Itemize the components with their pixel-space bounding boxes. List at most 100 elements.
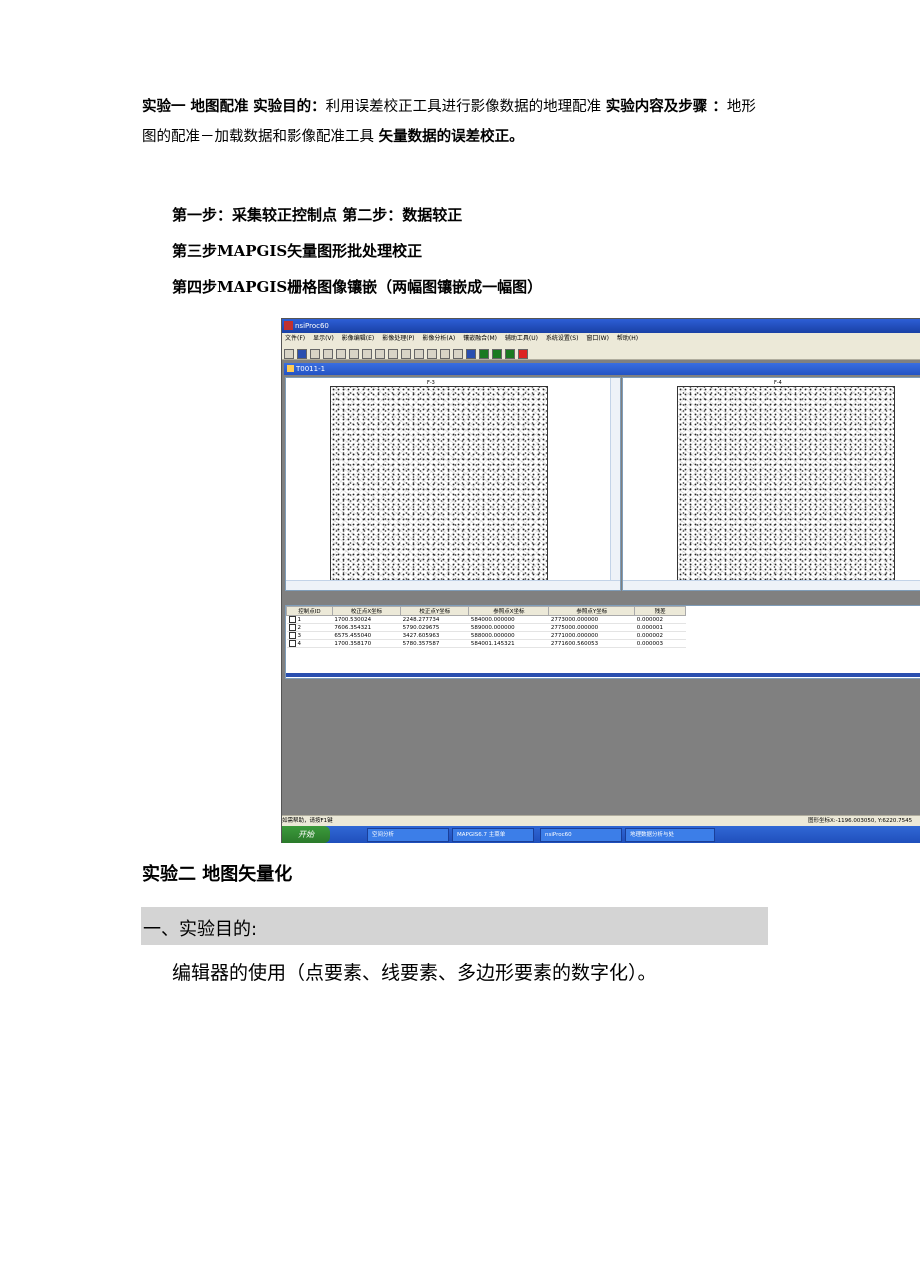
right-map-pane[interactable]: F-4	[622, 377, 920, 591]
stop-icon[interactable]	[518, 349, 528, 359]
info-icon[interactable]	[466, 349, 476, 359]
row-id-cell: 2	[286, 623, 333, 632]
row-id-cell: 4	[286, 639, 333, 648]
app-title: nsiProc60	[295, 322, 329, 330]
table-cell: 584000.000000	[468, 615, 549, 624]
table-cell: 0.000002	[634, 631, 686, 640]
zoom-fit-icon[interactable]	[349, 349, 359, 359]
table-row[interactable]: 1 1700.530024 2248.277734 584000.000000 …	[286, 615, 686, 624]
table-cell: 3427.605963	[400, 631, 469, 640]
menu-window[interactable]: 窗口(W)	[586, 335, 609, 342]
menu-settings[interactable]: 系统设置(S)	[546, 335, 579, 342]
table-row[interactable]: 4 1700.358170 5780.357587 584001.145321 …	[286, 639, 686, 648]
row-checkbox[interactable]	[288, 640, 296, 647]
row-id: 3	[297, 633, 302, 639]
step-line-2: 第三步MAPGIS矢量图形批处理校正	[172, 242, 423, 260]
task-item[interactable]: 地理数据分析与处	[625, 828, 715, 842]
flag-icon[interactable]	[492, 349, 502, 359]
step-line-3: 第四步MAPGIS栅格图像镶嵌（两幅图镶嵌成一幅图）	[172, 278, 543, 296]
menu-help[interactable]: 帮助(H)	[617, 335, 638, 342]
col-x: 校正点X坐标	[331, 606, 402, 616]
refresh-icon[interactable]	[375, 349, 385, 359]
table-cell: 2773000.000000	[548, 615, 635, 624]
task-item[interactable]: MAPGIS6.7 主菜单	[452, 828, 534, 842]
chart-icon[interactable]	[479, 349, 489, 359]
left-map-image: F-3	[330, 380, 548, 586]
left-vertical-scrollbar[interactable]	[610, 378, 620, 590]
col-id: 控制点ID	[286, 606, 333, 616]
purpose-text: 利用误差校正工具进行影像数据的地理配准	[325, 99, 602, 115]
select-icon[interactable]	[453, 349, 463, 359]
table-header-row: 控制点ID 校正点X坐标 校正点Y坐标 参照点X坐标 参照点Y坐标 残差	[286, 606, 686, 616]
status-bar: 如需帮助，请按F1键 图形坐标X:-1196.003050, Y:6220.75…	[282, 815, 920, 826]
menu-analysis[interactable]: 影像分析(A)	[422, 335, 455, 342]
menu-tools[interactable]: 辅助工具(U)	[505, 335, 538, 342]
row-checkbox[interactable]	[288, 616, 296, 623]
app-titlebar: nsiProc60	[282, 319, 920, 333]
zoom-in-icon[interactable]	[323, 349, 333, 359]
row-id-cell: 3	[286, 631, 333, 640]
content-label: 实验内容及步骤 ：	[605, 98, 727, 115]
row-id: 4	[297, 641, 302, 647]
toolbar	[282, 344, 920, 360]
menu-mosaic[interactable]: 镶嵌融合(M)	[463, 335, 497, 342]
control-point-table: 控制点ID 校正点X坐标 校正点Y坐标 参照点X坐标 参照点Y坐标 残差 1 1…	[285, 605, 920, 679]
table-cell: 5790.029675	[400, 623, 469, 632]
menu-edit[interactable]: 影像编辑(E)	[342, 335, 374, 342]
step-line-1: 第一步：采集较正控制点 第二步：数据较正	[172, 206, 463, 224]
exp2-body-text: 编辑器的使用（点要素、线要素、多边形要素的数字化）。	[172, 962, 657, 984]
exp1-title: 实验一 地图配准	[142, 98, 249, 115]
col-ref-y: 参照点Y坐标	[548, 606, 636, 616]
table-row[interactable]: 3 6575.455040 3427.605963 588000.000000 …	[286, 631, 686, 640]
document-titlebar: T0011-1	[284, 363, 920, 375]
section-heading-bar: 一、实验目的:	[141, 907, 768, 945]
tail-bold-text: 矢量数据的误差校正。	[378, 128, 524, 145]
pointer-icon[interactable]	[310, 349, 320, 359]
table-cell: 6575.455040	[332, 631, 401, 640]
table-cell: 7606.354321	[332, 623, 401, 632]
edit-icon[interactable]	[440, 349, 450, 359]
task-item[interactable]: 空间分析	[367, 828, 449, 842]
menu-process[interactable]: 影像处理(P)	[382, 335, 414, 342]
software-screenshot: nsiProc60 文件(F) 显示(V) 影像编辑(E) 影像处理(P) 影像…	[281, 318, 920, 843]
table-row[interactable]: 2 7606.354321 5790.029675 589000.000000 …	[286, 623, 686, 632]
line-icon[interactable]	[414, 349, 424, 359]
start-button[interactable]: 开始	[282, 826, 330, 843]
row-checkbox[interactable]	[288, 624, 296, 631]
table-cell: 0.000002	[634, 615, 686, 624]
document-icon	[287, 365, 294, 372]
app-icon	[284, 321, 293, 330]
table-bottom-border	[286, 673, 920, 677]
menu-view[interactable]: 显示(V)	[313, 335, 334, 342]
col-ref-x: 参照点X坐标	[468, 606, 550, 616]
table-cell: 0.000001	[634, 623, 686, 632]
table-cell: 2771000.000000	[548, 631, 635, 640]
row-id-cell: 1	[286, 615, 333, 624]
pan-icon[interactable]	[362, 349, 372, 359]
table-cell: 1700.358170	[332, 639, 401, 648]
pin-icon[interactable]	[505, 349, 515, 359]
row-id: 1	[297, 617, 302, 623]
col-y: 校正点Y坐标	[400, 606, 470, 616]
left-horizontal-scrollbar[interactable]	[286, 580, 620, 590]
status-left-text: 如需帮助，请按F1键	[282, 818, 333, 824]
save-icon[interactable]	[297, 349, 307, 359]
table-cell: 2771600.560053	[548, 639, 635, 648]
left-map-pane[interactable]: F-3	[285, 377, 621, 591]
area-icon[interactable]	[427, 349, 437, 359]
document-title: T0011-1	[296, 365, 326, 373]
menu-file[interactable]: 文件(F)	[285, 335, 305, 342]
open-icon[interactable]	[284, 349, 294, 359]
row-id: 2	[297, 625, 302, 631]
table-cell: 584001.145321	[468, 639, 549, 648]
exp2-heading: 实验二 地图矢量化	[142, 864, 293, 885]
task-item[interactable]: nsiProc60	[540, 828, 622, 842]
right-horizontal-scrollbar[interactable]	[623, 580, 920, 590]
layer-icon[interactable]	[388, 349, 398, 359]
table-cell: 589000.000000	[468, 623, 549, 632]
row-checkbox[interactable]	[288, 632, 296, 639]
point-icon[interactable]	[401, 349, 411, 359]
table-cell: 588000.000000	[468, 631, 549, 640]
purpose-label: 实验目的：	[253, 98, 326, 115]
zoom-out-icon[interactable]	[336, 349, 346, 359]
